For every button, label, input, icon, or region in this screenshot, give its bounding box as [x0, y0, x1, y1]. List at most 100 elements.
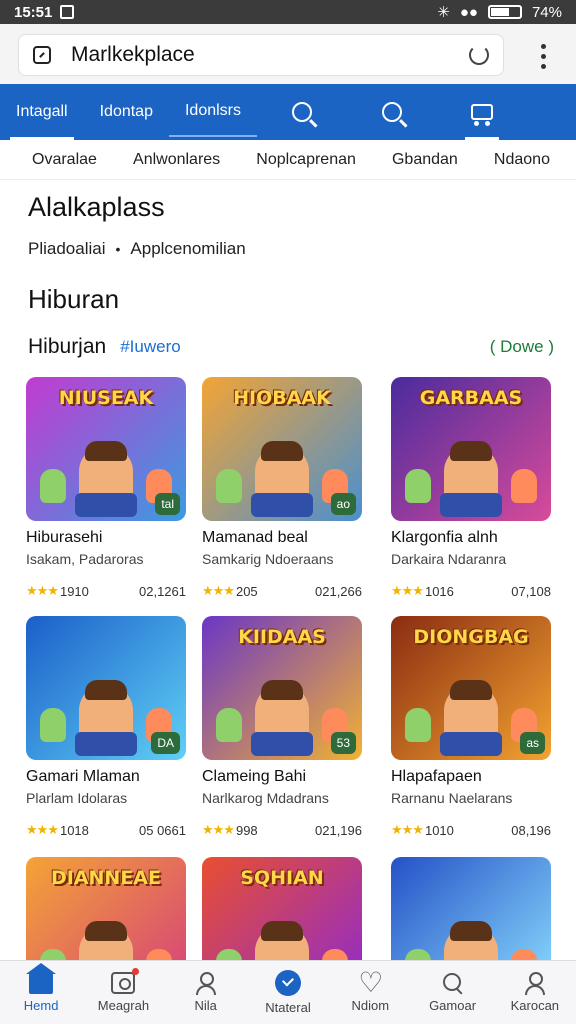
top-nav: Intagall Idontap Idonlsrs	[0, 84, 576, 140]
app-name[interactable]: Gamari Mlaman	[26, 768, 186, 786]
category-row: Ovaralae Anlwonlares Noplcaprenan Gbanda…	[0, 140, 576, 180]
app-card[interactable]: KIIDAAS 53 Clameing Bahi Narlkarog Mdadrans…	[202, 616, 362, 838]
app-rating: 1910	[59, 583, 89, 599]
app-name[interactable]: Hiburasehi	[26, 529, 186, 547]
search-button[interactable]	[257, 84, 347, 140]
site-info-icon[interactable]	[33, 46, 51, 64]
thumbnail-badge: 53	[330, 732, 356, 754]
category-item[interactable]: Ovaralae	[32, 151, 97, 169]
more-menu-icon[interactable]	[541, 44, 546, 69]
category-item[interactable]: Ndaono	[494, 151, 550, 169]
thumbnail-title: KIIDAAS	[238, 626, 326, 648]
rating-stars-icon: ★★★	[26, 822, 59, 837]
character-figure	[75, 441, 137, 517]
app-developer: Plarlam Idolaras	[26, 790, 128, 806]
app-meta: ★★★ 1018 05 0661	[26, 822, 186, 838]
subsection-header: Hiburjan #Iuwero ( Dowe )	[28, 335, 554, 359]
bottom-nav-item[interactable]: Gamoar	[411, 961, 493, 1024]
app-price: 02,1261	[139, 583, 186, 599]
heart-icon	[358, 966, 383, 999]
app-rating: 1018	[59, 822, 89, 838]
app-price: 021,266	[315, 583, 362, 599]
category-item[interactable]: Gbandan	[392, 151, 458, 169]
battery-percent: 74%	[531, 3, 562, 21]
tab-0[interactable]: Intagall	[0, 84, 84, 140]
category-item[interactable]: Anlwonlares	[133, 151, 220, 169]
page-title: Alalkaplass	[28, 192, 165, 222]
address-bar[interactable]: Marlkekplace	[18, 34, 504, 76]
thumbnail-title: DIANNEAE	[50, 867, 161, 889]
status-time: 15:51	[14, 3, 53, 21]
app-meta: ★★★ 998 021,196	[202, 822, 362, 838]
thumbnail-title: GARBAAS	[419, 387, 523, 409]
app-card[interactable]: GARBAAS Klargonfia alnh Darkaira Ndaranra ★…	[391, 377, 551, 599]
bottom-nav-label: Nila	[194, 998, 217, 1013]
app-name[interactable]: Mamanad beal	[202, 529, 362, 547]
app-card[interactable]: HIOBAAK ao Mamanad beal Samkarig Ndoeraans ★…	[202, 377, 362, 599]
thumbnail-title: NIUSEAK	[58, 387, 154, 409]
character-figure	[405, 708, 431, 742]
bottom-nav-item[interactable]: Ndiom	[329, 961, 411, 1024]
app-meta: ★★★ 1010 08,196	[391, 822, 551, 838]
app-card[interactable]: DIONGBAG as Hlapafapaen Rarnanu Naelarans ★★…	[391, 616, 551, 838]
see-more-link[interactable]: ( Dowe )	[490, 337, 554, 357]
breadcrumb: Pliadoaliai • Applcenomilian	[28, 239, 246, 259]
bottom-nav-item[interactable]: Karocan	[494, 961, 576, 1024]
thumbnail-title: DIONGBAG	[413, 626, 529, 648]
tab-2[interactable]: Idonlsrs	[168, 87, 258, 137]
character-figure	[440, 680, 502, 756]
character-figure	[40, 708, 66, 742]
app-price: 07,108	[511, 583, 551, 599]
bottom-nav-label: Meagrah	[97, 998, 150, 1013]
tab-1[interactable]: Idontap	[84, 84, 169, 140]
rating-stars-icon: ★★★	[391, 583, 424, 598]
app-thumbnail[interactable]: GARBAAS	[391, 377, 551, 521]
cart-icon	[471, 104, 494, 126]
app-name[interactable]: Hlapafapaen	[391, 768, 551, 786]
bottom-nav-home[interactable]: Hemd	[0, 961, 82, 1024]
thumbnail-title: HIOBAAK	[233, 387, 331, 409]
browser-toolbar: Marlkekplace	[0, 24, 576, 84]
camera-icon	[111, 968, 140, 994]
breadcrumb-item[interactable]: Pliadoaliai	[28, 239, 106, 259]
bottom-nav-item[interactable]: Meagrah	[82, 961, 164, 1024]
rating-stars-icon: ★★★	[26, 583, 59, 598]
character-figure	[405, 469, 431, 503]
search-button-2[interactable]	[347, 84, 437, 140]
app-card[interactable]: NIUSEAK tal Hiburasehi Isakam, Padaroras ★★★…	[26, 377, 186, 599]
app-rating: 998	[235, 822, 258, 838]
app-card[interactable]: DA Gamari Mlaman Plarlam Idolaras ★★★ 1018 05…	[26, 616, 186, 838]
app-name[interactable]: Klargonfia alnh	[391, 529, 551, 547]
character-figure	[40, 469, 66, 503]
rating-stars-icon: ★★★	[391, 822, 424, 837]
bluetooth-icon: ✳	[437, 4, 450, 21]
app-name[interactable]: Clameing Bahi	[202, 768, 362, 786]
app-rating: 205	[235, 583, 258, 599]
reload-icon[interactable]	[469, 45, 489, 65]
character-figure	[251, 441, 313, 517]
app-thumbnail[interactable]: KIIDAAS 53	[202, 616, 362, 760]
app-thumbnail[interactable]: DA	[26, 616, 186, 760]
bottom-nav-item[interactable]: Ntateral	[247, 961, 329, 1024]
category-item[interactable]: Noplcaprenan	[256, 151, 356, 169]
character-figure	[75, 680, 137, 756]
breadcrumb-item[interactable]: Applcenomilian	[130, 239, 245, 259]
app-thumbnail[interactable]: HIOBAAK ao	[202, 377, 362, 521]
app-thumbnail[interactable]: DIONGBAG as	[391, 616, 551, 760]
status-bar: 15:51 ✳ ●● 74%	[0, 0, 576, 24]
rating-stars-icon: ★★★	[202, 822, 235, 837]
subsection-tag[interactable]: #Iuwero	[120, 337, 180, 357]
user-icon	[194, 972, 218, 995]
app-rating: 1010	[424, 822, 454, 838]
character-figure	[511, 469, 537, 503]
breadcrumb-separator: •	[115, 241, 121, 257]
url-text[interactable]: Marlkekplace	[71, 43, 195, 67]
bottom-nav-item[interactable]: Nila	[165, 961, 247, 1024]
thumbnail-badge: ao	[330, 493, 356, 515]
app-thumbnail[interactable]: NIUSEAK tal	[26, 377, 186, 521]
app-rating: 1016	[424, 583, 454, 599]
bottom-nav: Hemd Meagrah Nila Ntateral Ndiom Gamoar …	[0, 960, 576, 1024]
search-icon	[441, 972, 465, 994]
signal-icon: ●●	[459, 3, 478, 21]
cart-button[interactable]	[437, 84, 527, 140]
